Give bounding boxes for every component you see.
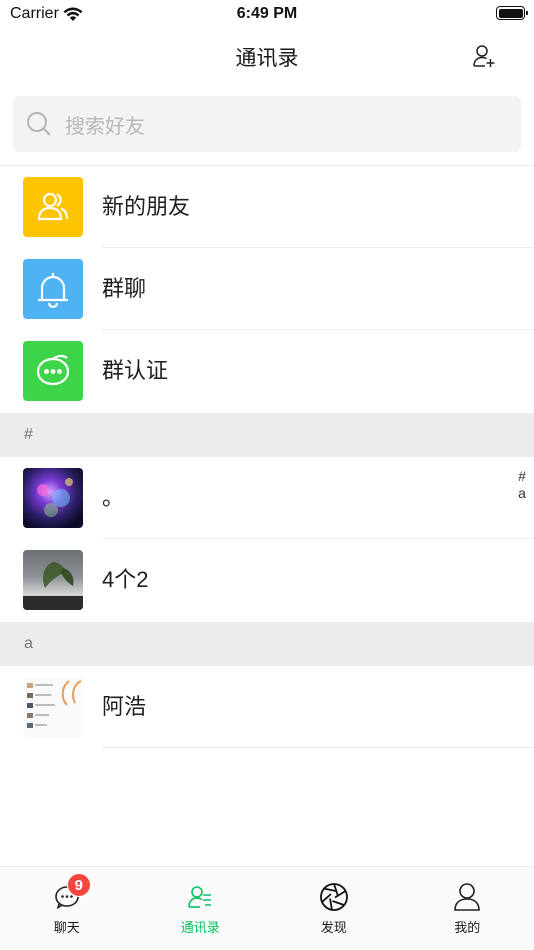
page-title: 通讯录: [235, 47, 299, 70]
tab-discover[interactable]: 发现: [267, 867, 401, 950]
discover-aperture-icon: [318, 881, 350, 913]
tab-profile-label: 我的: [454, 920, 481, 935]
section-header-label: a: [24, 635, 33, 652]
profile-icon: [451, 881, 483, 913]
avatar: [23, 468, 83, 528]
tab-contacts[interactable]: 通讯录: [134, 867, 268, 950]
tab-contacts-label: 通讯录: [180, 920, 220, 935]
group-chats-row[interactable]: 群聊: [0, 248, 534, 330]
tab-chat[interactable]: 9 聊天: [0, 867, 134, 950]
new-friends-label: 新的朋友: [102, 194, 191, 219]
add-contact-icon: [473, 45, 495, 67]
contact-name: 4个2: [102, 567, 149, 592]
nav-bar: 通讯录: [0, 28, 534, 84]
tab-discover-label: 发现: [320, 920, 347, 935]
search-input[interactable]: 搜索好友: [13, 96, 521, 152]
status-time: 6:49 PM: [236, 5, 298, 22]
chat-icon: 9: [51, 873, 91, 913]
new-friends-icon: [23, 177, 83, 237]
alphabet-index[interactable]: # a: [517, 468, 527, 502]
contact-name: 阿浩: [102, 694, 147, 719]
avatar: [23, 550, 83, 610]
chat-bubble-icon: [23, 341, 83, 401]
contacts-icon: [184, 881, 216, 913]
unread-badge: 9: [66, 873, 91, 897]
group-chats-label: 群聊: [102, 276, 147, 301]
status-bar: Carrier 6:49 PM: [0, 0, 534, 28]
contact-row[interactable]: 阿浩: [0, 666, 534, 748]
tab-profile[interactable]: 我的: [401, 867, 534, 950]
tab-bar: 9 聊天 通讯录 发现 我的: [0, 866, 534, 950]
search-icon: [27, 112, 51, 136]
contact-row[interactable]: 4个2: [0, 539, 534, 621]
group-verification-label: 群认证: [102, 358, 169, 383]
bell-icon: [23, 259, 83, 319]
search-placeholder: 搜索好友: [65, 115, 145, 138]
index-letter[interactable]: a: [517, 485, 527, 502]
add-friend-button[interactable]: [470, 42, 498, 70]
index-letter[interactable]: #: [517, 468, 527, 485]
battery-icon: [496, 6, 528, 20]
section-header-label: #: [24, 426, 33, 443]
new-friends-row[interactable]: 新的朋友: [0, 166, 534, 248]
section-header-hash: #: [0, 413, 534, 457]
avatar: [23, 677, 83, 737]
group-verification-row[interactable]: 群认证: [0, 330, 534, 412]
tab-chat-label: 聊天: [53, 920, 80, 935]
contact-row[interactable]: 。: [0, 457, 534, 539]
contact-name: 。: [102, 485, 125, 510]
section-header-a: a: [0, 622, 534, 666]
